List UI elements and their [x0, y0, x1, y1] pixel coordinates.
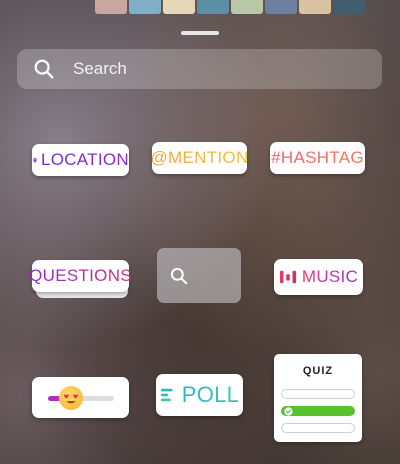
hashtag-label: #HASHTAG	[271, 148, 364, 167]
search-bar[interactable]	[17, 49, 382, 89]
location-label: LOCATION	[40, 150, 129, 169]
search-icon	[170, 267, 188, 284]
quiz-option	[281, 423, 355, 433]
poll-lines-icon	[160, 388, 173, 402]
location-pin-icon	[33, 157, 37, 163]
quiz-sticker[interactable]: QUIZ	[274, 354, 362, 442]
check-icon	[284, 407, 293, 416]
questions-label: QUESTIONS	[29, 266, 132, 285]
quiz-title: QUIZ	[302, 365, 334, 377]
mention-label: @MENTION	[150, 148, 249, 167]
drag-handle[interactable]	[181, 31, 219, 35]
questions-sticker[interactable]: QUESTIONS	[29, 260, 132, 292]
poll-label: POLL	[181, 382, 240, 407]
gif-search-sticker[interactable]	[157, 248, 241, 303]
poll-sticker[interactable]: POLL	[156, 374, 243, 416]
location-sticker[interactable]: LOCATION	[32, 144, 129, 176]
quiz-option-correct	[281, 406, 355, 416]
background-books	[95, 0, 365, 14]
music-sticker[interactable]: MUSIC	[274, 259, 363, 295]
search-input[interactable]	[71, 58, 355, 80]
slider-emoji[interactable]: 😍	[59, 386, 84, 410]
mention-sticker[interactable]: @MENTION	[150, 142, 249, 174]
music-bars-icon	[279, 270, 296, 284]
hashtag-sticker[interactable]: #HASHTAG	[270, 142, 365, 174]
music-label: MUSIC	[301, 267, 359, 286]
search-icon	[34, 59, 54, 79]
quiz-option	[281, 389, 355, 399]
heart-eyes-emoji-icon	[64, 394, 79, 404]
